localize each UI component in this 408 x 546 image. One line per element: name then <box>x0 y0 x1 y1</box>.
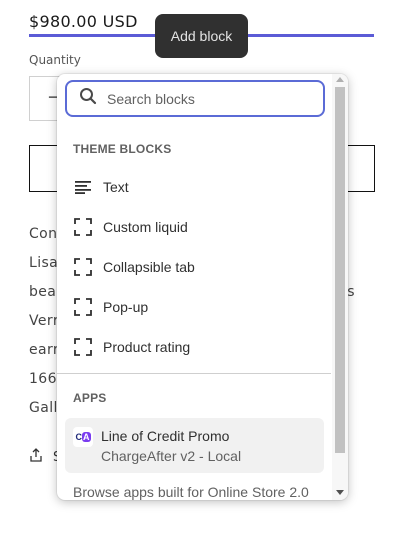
scroll-down-arrow-icon[interactable] <box>336 490 344 495</box>
text-lines-icon <box>73 177 93 197</box>
block-item-label: Product rating <box>103 339 191 355</box>
product-price: $980.00 USD <box>29 12 138 31</box>
search-field[interactable] <box>65 80 325 117</box>
browse-apps-link[interactable]: Browse apps built for Online Store 2.0 <box>73 484 309 500</box>
share-icon <box>29 448 43 466</box>
block-item-label: Collapsible tab <box>103 259 195 275</box>
corner-frame-icon <box>73 337 93 357</box>
block-item-label: Custom liquid <box>103 219 188 235</box>
corner-frame-icon <box>73 217 93 237</box>
search-icon <box>79 87 97 110</box>
chargeafter-logo-icon: CA <box>73 427 93 447</box>
block-item-collapsible-tab[interactable]: Collapsible tab <box>65 249 323 285</box>
block-item-product-rating[interactable]: Product rating <box>65 329 323 365</box>
apps-heading: APPS <box>73 391 107 405</box>
block-item-pop-up[interactable]: Pop-up <box>65 289 323 325</box>
block-item-label: Pop-up <box>103 299 149 315</box>
block-item-custom-liquid[interactable]: Custom liquid <box>65 209 323 245</box>
quantity-label: Quantity <box>29 53 81 67</box>
app-item-line-of-credit-promo[interactable]: CA Line of Credit Promo ChargeAfter v2 -… <box>65 418 324 473</box>
corner-frame-icon <box>73 297 93 317</box>
add-block-tooltip: Add block <box>155 14 248 58</box>
scrollbar-thumb[interactable] <box>335 87 345 453</box>
theme-blocks-heading: THEME BLOCKS <box>73 142 172 156</box>
add-block-popover: THEME BLOCKS Text Custom liquid Collapsi… <box>57 74 348 500</box>
search-input[interactable] <box>107 90 307 107</box>
app-item-subtitle: ChargeAfter v2 - Local <box>101 448 242 464</box>
section-divider <box>57 373 331 374</box>
corner-frame-icon <box>73 257 93 277</box>
block-item-label: Text <box>103 179 129 195</box>
scroll-up-arrow-icon[interactable] <box>336 77 344 82</box>
app-item-title: Line of Credit Promo <box>101 428 230 444</box>
block-item-text[interactable]: Text <box>65 169 323 205</box>
